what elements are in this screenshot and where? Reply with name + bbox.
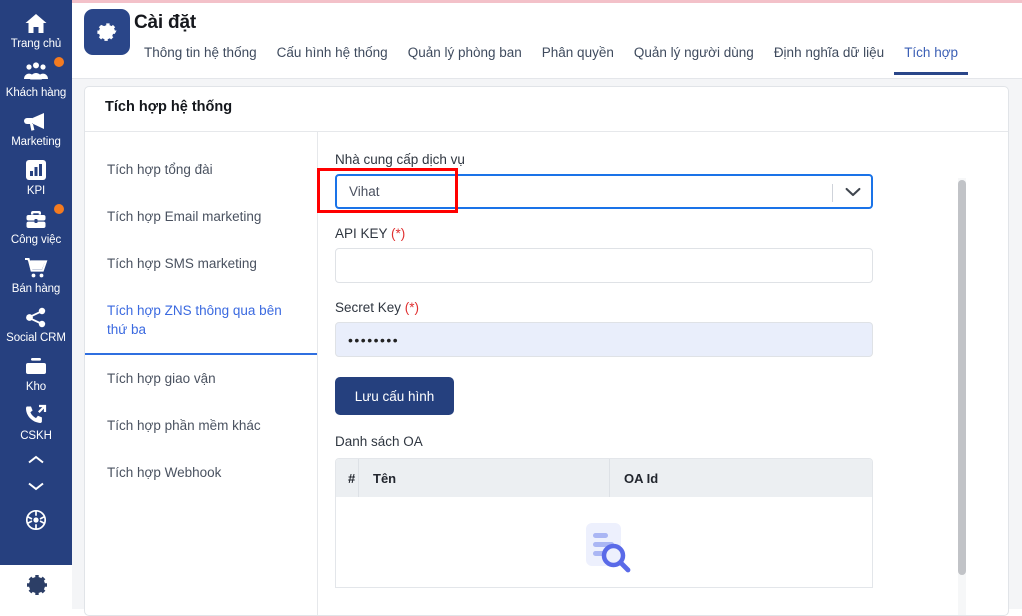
api-key-label: API KEY (*)	[335, 226, 1008, 241]
oa-col-ten: Tên	[373, 470, 397, 486]
provider-select[interactable]: Vihat	[335, 174, 873, 209]
tab-dinh-nghia-du-lieu[interactable]: Định nghĩa dữ liệu	[764, 44, 894, 75]
sidebar-label: Bán hàng	[11, 283, 61, 295]
sidebar-item-khach-hang[interactable]: Khách hàng	[0, 55, 72, 104]
sidebar-scroll-area: Trang chủ Khách hàng Marketing KPI Công …	[0, 0, 72, 565]
tab-cau-hinh-he-thong[interactable]: Cấu hình hệ thống	[267, 44, 398, 75]
oa-list-label: Danh sách OA	[335, 434, 423, 449]
secret-key-input[interactable]: ••••••••	[335, 322, 873, 357]
select-separator	[832, 184, 833, 202]
sidebar-label: Social CRM	[6, 332, 66, 344]
provider-selected-value: Vihat	[349, 184, 380, 199]
subnav-item-phan-mem-khac[interactable]: Tích hợp phần mềm khác	[85, 402, 317, 449]
subnav-item-sms-marketing[interactable]: Tích hợp SMS marketing	[85, 240, 317, 287]
provider-label: Nhà cung cấp dịch vụ	[335, 152, 465, 167]
bar-chart-icon	[23, 158, 49, 182]
main-sidebar: Trang chủ Khách hàng Marketing KPI Công …	[0, 0, 72, 609]
chevron-down-icon[interactable]	[845, 176, 861, 207]
document-search-icon	[573, 515, 635, 582]
oa-col-oa-id: OA Id	[624, 470, 659, 486]
tab-quan-ly-phong-ban[interactable]: Quản lý phòng ban	[398, 44, 532, 75]
sidebar-footer	[0, 565, 72, 609]
briefcase-icon	[23, 207, 49, 231]
secret-key-masked-value: ••••••••	[348, 331, 400, 348]
share-icon	[23, 305, 49, 329]
api-key-required-mark: (*)	[391, 226, 406, 241]
oa-table-header-row: # Tên OA Id	[336, 459, 872, 497]
sidebar-item-marketing[interactable]: Marketing	[0, 104, 72, 153]
sidebar-item-cskh[interactable]: CSKH	[0, 398, 72, 447]
notification-badge	[54, 204, 64, 214]
page-loading-bar	[72, 0, 1022, 3]
box-icon	[23, 354, 49, 378]
tab-tich-hop[interactable]: Tích hợp	[894, 44, 969, 75]
settings-app-icon	[84, 9, 130, 55]
sidebar-label: Marketing	[11, 136, 61, 148]
save-config-button[interactable]: Lưu cấu hình	[335, 377, 454, 415]
chevron-up-icon[interactable]	[0, 447, 72, 473]
subnav-item-zns-ben-thu-ba[interactable]: Tích hợp ZNS thông qua bên thứ ba	[85, 287, 317, 355]
sidebar-label: CSKH	[20, 430, 52, 442]
main-content-area: Cài đặt Thông tin hệ thống Cấu hình hệ t…	[72, 0, 1022, 616]
chevron-down-icon[interactable]	[0, 473, 72, 499]
secret-key-label: Secret Key (*)	[335, 300, 1008, 315]
sidebar-label: Khách hàng	[5, 87, 67, 99]
sidebar-item-kpi[interactable]: KPI	[0, 153, 72, 202]
subnav-item-webhook[interactable]: Tích hợp Webhook	[85, 449, 317, 496]
api-key-input[interactable]	[335, 248, 873, 283]
sidebar-label: Công việc	[10, 234, 62, 246]
integration-card: Tích hợp hệ thống Tích hợp tổng đài Tích…	[84, 86, 1009, 616]
page-header: Cài đặt Thông tin hệ thống Cấu hình hệ t…	[72, 3, 1022, 79]
sidebar-label: KPI	[26, 185, 46, 197]
oa-col-index: #	[348, 470, 356, 486]
sidebar-item-ban-hang[interactable]: Bán hàng	[0, 251, 72, 300]
users-icon	[23, 60, 49, 84]
secret-key-required-mark: (*)	[404, 300, 420, 315]
sidebar-item-social-crm[interactable]: Social CRM	[0, 300, 72, 349]
apps-grid-icon	[23, 508, 49, 532]
integration-subnav: Tích hợp tổng đài Tích hợp Email marketi…	[85, 132, 318, 615]
sidebar-label: Trang chủ	[10, 38, 62, 50]
card-title: Tích hợp hệ thống	[105, 99, 233, 115]
page-title: Cài đặt	[134, 12, 196, 33]
subnav-item-email-marketing[interactable]: Tích hợp Email marketing	[85, 193, 317, 240]
oa-table-empty-state	[336, 497, 872, 587]
sidebar-item-apps[interactable]	[0, 499, 72, 536]
tab-quan-ly-nguoi-dung[interactable]: Quản lý người dùng	[624, 44, 764, 75]
api-key-label-text: API KEY	[335, 226, 388, 241]
secret-key-label-text: Secret Key	[335, 300, 402, 315]
subnav-item-tong-dai[interactable]: Tích hợp tổng đài	[85, 146, 317, 193]
tab-thong-tin-he-thong[interactable]: Thông tin hệ thống	[134, 44, 267, 75]
subnav-item-giao-van[interactable]: Tích hợp giao vận	[85, 355, 317, 402]
integration-form-pane: Nhà cung cấp dịch vụ Vihat API KEY (*) S…	[319, 132, 1008, 615]
sidebar-item-trang-chu[interactable]: Trang chủ	[0, 6, 72, 55]
settings-tabs: Thông tin hệ thống Cấu hình hệ thống Quả…	[134, 44, 969, 75]
cart-icon	[23, 256, 49, 280]
form-scrollbar-thumb[interactable]	[958, 180, 966, 575]
sidebar-item-kho[interactable]: Kho	[0, 349, 72, 398]
gear-icon[interactable]	[23, 572, 49, 603]
notification-badge	[54, 57, 64, 67]
sidebar-item-cong-viec[interactable]: Công việc	[0, 202, 72, 251]
home-icon	[23, 11, 49, 35]
oa-table: # Tên OA Id	[335, 458, 873, 588]
sidebar-label: Kho	[25, 381, 47, 393]
tab-phan-quyen[interactable]: Phân quyền	[532, 44, 624, 75]
megaphone-icon	[23, 109, 49, 133]
phone-out-icon	[23, 403, 49, 427]
